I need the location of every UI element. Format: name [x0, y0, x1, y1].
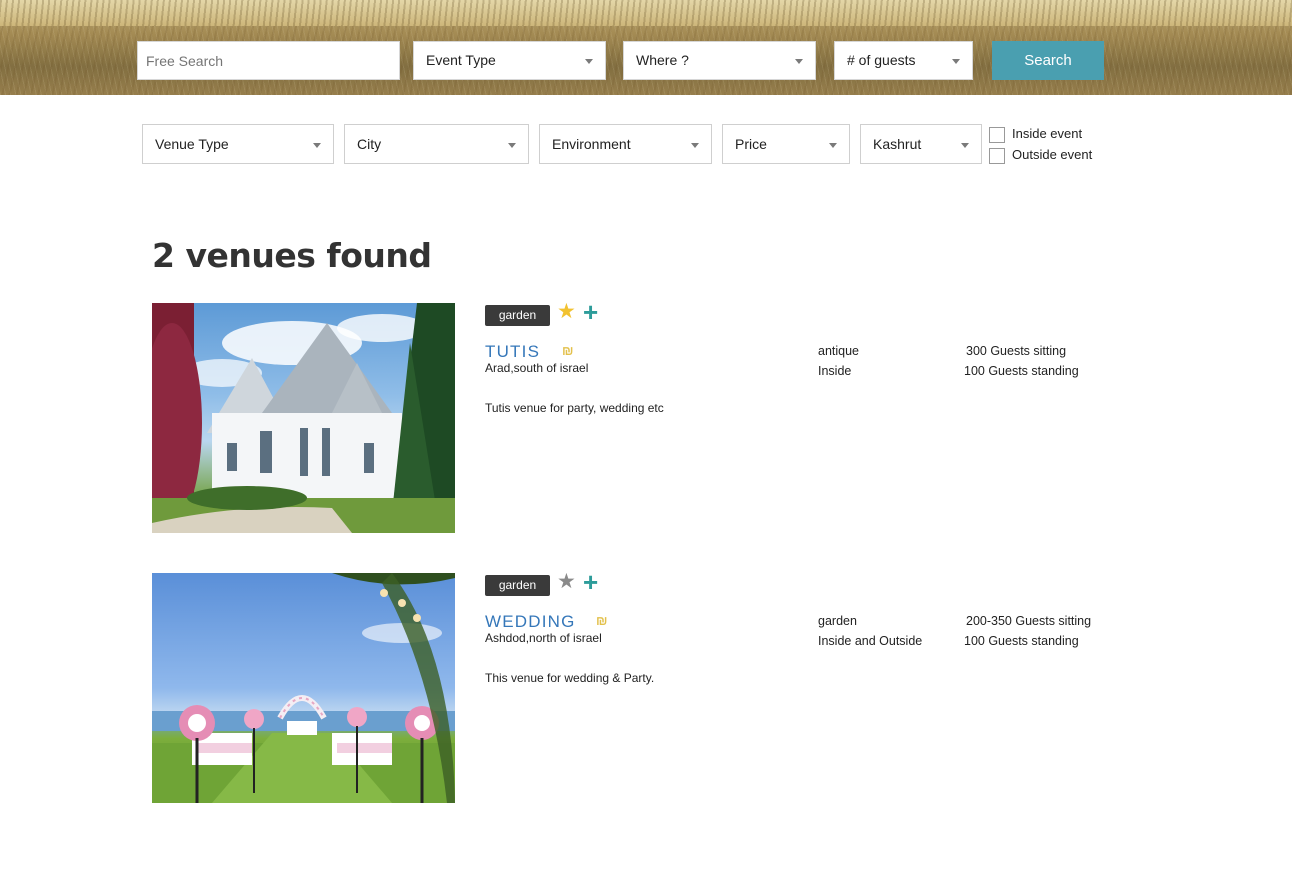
outside-event-label: Outside event: [1012, 147, 1093, 162]
inside-event-checkbox[interactable]: [989, 127, 1005, 143]
inside-event-label: Inside event: [1012, 126, 1083, 141]
chevron-down-icon: [795, 59, 803, 64]
venue-description: Tutis venue for party, wedding etc: [485, 401, 664, 415]
favorite-star-icon[interactable]: ★: [557, 571, 576, 592]
venue-type-filter[interactable]: Venue Type: [142, 124, 334, 164]
venue-sitting-capacity: 200-350 Guests sitting: [966, 614, 1092, 628]
city-label: City: [357, 136, 382, 152]
kashrut-filter[interactable]: Kashrut: [860, 124, 982, 164]
results-count-heading: 2 venues found: [152, 236, 432, 275]
outside-event-checkbox[interactable]: [989, 148, 1005, 164]
chevron-down-icon: [691, 143, 699, 148]
where-select[interactable]: Where ?: [623, 41, 816, 80]
add-plus-icon[interactable]: +: [583, 299, 598, 325]
favorite-star-icon[interactable]: ★: [557, 301, 576, 322]
search-button[interactable]: Search: [992, 41, 1104, 80]
chevron-down-icon: [585, 59, 593, 64]
chevron-down-icon: [829, 143, 837, 148]
venue-location: Arad,south of israel: [485, 361, 589, 375]
hero-search-band: Event Type Where ? # of guests Search: [0, 0, 1292, 95]
venue-sitting-capacity: 300 Guests sitting: [966, 344, 1067, 358]
event-type-label: Event Type: [426, 52, 496, 68]
guests-label: # of guests: [847, 52, 916, 68]
venue-photo[interactable]: [152, 573, 455, 803]
chevron-down-icon: [952, 59, 960, 64]
price-filter[interactable]: Price: [722, 124, 850, 164]
white-mansion-photo: [152, 303, 455, 533]
shekel-price-icon: ₪: [596, 613, 608, 628]
chevron-down-icon: [313, 143, 321, 148]
venue-location: Ashdod,north of israel: [485, 631, 602, 645]
price-label: Price: [735, 136, 767, 152]
venue-tag: garden: [485, 305, 550, 326]
city-filter[interactable]: City: [344, 124, 529, 164]
venue-standing-capacity: 100 Guests standing: [964, 634, 1079, 648]
shekel-price-icon: ₪: [562, 343, 574, 358]
venue-standing-capacity: 100 Guests standing: [964, 364, 1079, 378]
environment-filter[interactable]: Environment: [539, 124, 712, 164]
where-label: Where ?: [636, 52, 689, 68]
seaside-wedding-aisle-photo: [152, 573, 455, 803]
hero-background-image: [0, 0, 1292, 26]
venue-setting: Inside and Outside: [818, 634, 923, 648]
event-type-select[interactable]: Event Type: [413, 41, 606, 80]
guests-select[interactable]: # of guests: [834, 41, 973, 80]
free-search-input[interactable]: [137, 41, 400, 80]
add-plus-icon[interactable]: +: [583, 569, 598, 595]
venue-name-link[interactable]: TUTIS: [485, 342, 540, 362]
chevron-down-icon: [961, 143, 969, 148]
venue-tag: garden: [485, 575, 550, 596]
venue-style: garden: [818, 614, 857, 628]
venue-style: antique: [818, 344, 860, 358]
venue-type-label: Venue Type: [155, 136, 229, 152]
venue-photo[interactable]: [152, 303, 455, 533]
kashrut-label: Kashrut: [873, 136, 922, 152]
venue-setting: Inside: [818, 364, 852, 378]
venue-description: This venue for wedding & Party.: [485, 671, 655, 685]
environment-label: Environment: [552, 136, 631, 152]
chevron-down-icon: [508, 143, 516, 148]
venue-name-link[interactable]: WEDDING: [485, 612, 576, 632]
